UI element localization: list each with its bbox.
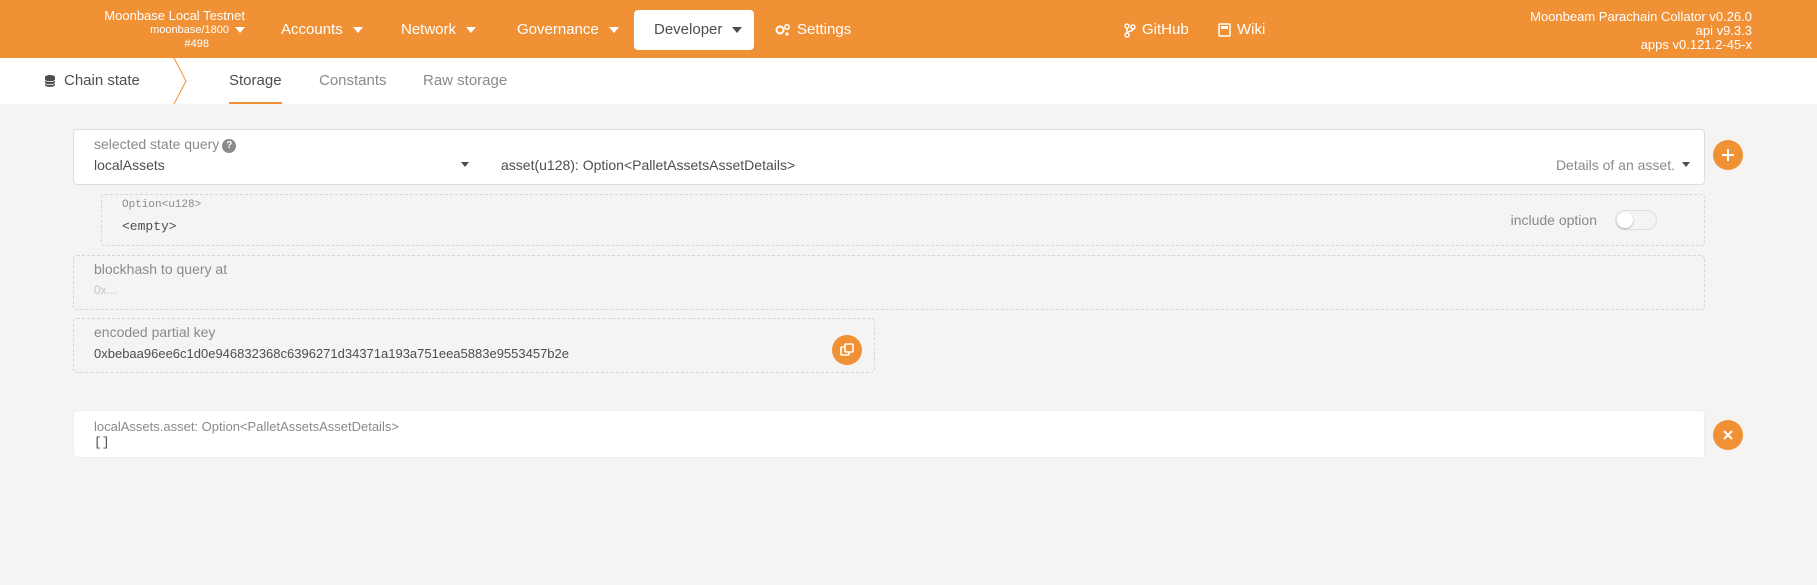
chevron-down-icon xyxy=(732,27,743,34)
method-dropdown[interactable]: asset(u128): Option<PalletAssetsAssetDet… xyxy=(501,157,795,173)
chain-name: Moonbase Local Testnet xyxy=(104,8,245,23)
nav-github[interactable]: GitHub xyxy=(1124,10,1189,50)
chevron-down-icon xyxy=(235,27,245,34)
copy-icon xyxy=(840,343,854,356)
param-input: Option<u128> <empty> include option xyxy=(101,194,1705,246)
chevron-down-icon xyxy=(461,162,469,167)
api-version: api v9.3.3 xyxy=(1695,23,1752,38)
database-icon xyxy=(44,75,56,87)
gear-icon xyxy=(775,24,790,36)
help-icon[interactable]: ? xyxy=(222,139,237,153)
param-type: Option<u128> xyxy=(122,199,202,211)
top-navbar: Moonbase Local Testnet moonbase/1800 #49… xyxy=(0,0,1817,58)
copy-button[interactable] xyxy=(832,335,862,365)
chevron-down-icon xyxy=(466,27,477,34)
state-query-label: selected state query? xyxy=(94,136,237,153)
result-value: [] xyxy=(94,435,110,450)
sub-navbar: Chain state Storage Constants Raw storag… xyxy=(0,58,1817,104)
blockhash-input[interactable]: 0x... xyxy=(94,283,117,297)
param-value[interactable]: <empty> xyxy=(122,219,177,234)
add-query-button[interactable] xyxy=(1713,140,1743,170)
nav-governance[interactable]: Governance xyxy=(517,10,619,50)
chevron-down-icon xyxy=(1682,162,1690,167)
tab-constants[interactable]: Constants xyxy=(319,58,387,104)
close-icon xyxy=(1723,430,1733,440)
encoded-key-field: encoded partial key 0xbebaa96ee6c1d0e946… xyxy=(73,318,875,373)
encoded-key-value: 0xbebaa96ee6c1d0e946832368c6396271d34371… xyxy=(94,346,569,361)
section-title: Chain state xyxy=(44,58,140,104)
nav-network[interactable]: Network xyxy=(401,10,477,50)
plus-icon xyxy=(1722,149,1734,161)
chevron-down-icon xyxy=(608,27,619,34)
query-result: localAssets.asset: Option<PalletAssetsAs… xyxy=(73,410,1705,458)
chain-sub: moonbase/1800 xyxy=(150,24,229,36)
method-doc: Details of an asset. xyxy=(1555,157,1675,173)
include-option-label: include option xyxy=(1510,212,1597,228)
nav-developer[interactable]: Developer xyxy=(634,10,754,50)
state-query-selector: selected state query? localAssets asset(… xyxy=(73,129,1705,185)
nav-settings[interactable]: Settings xyxy=(775,10,851,50)
remove-result-button[interactable] xyxy=(1713,420,1743,450)
breadcrumb-chevron-icon xyxy=(173,58,187,104)
chevron-down-icon xyxy=(352,27,363,34)
include-option-toggle[interactable] xyxy=(1615,210,1657,230)
nav-wiki[interactable]: Wiki xyxy=(1218,10,1265,50)
blockhash-field: blockhash to query at 0x... xyxy=(73,255,1705,310)
git-branch-icon xyxy=(1124,22,1136,38)
result-title: localAssets.asset: Option<PalletAssetsAs… xyxy=(94,419,399,434)
node-version: Moonbeam Parachain Collator v0.26.0 xyxy=(1530,9,1752,24)
toggle-knob xyxy=(1617,212,1633,228)
blockhash-label: blockhash to query at xyxy=(94,261,228,277)
tab-storage[interactable]: Storage xyxy=(229,58,282,104)
book-icon xyxy=(1218,23,1231,37)
block-number: #498 xyxy=(184,38,209,50)
nav-accounts[interactable]: Accounts xyxy=(281,10,363,50)
tab-raw-storage[interactable]: Raw storage xyxy=(423,58,507,104)
encoded-key-label: encoded partial key xyxy=(94,324,216,340)
chain-selector[interactable]: Moonbase Local Testnet moonbase/1800 #49… xyxy=(70,9,245,51)
version-info: Moonbeam Parachain Collator v0.26.0 api … xyxy=(1530,10,1752,52)
module-dropdown[interactable]: localAssets xyxy=(94,157,165,173)
apps-version: apps v0.121.2-45-x xyxy=(1640,37,1752,52)
